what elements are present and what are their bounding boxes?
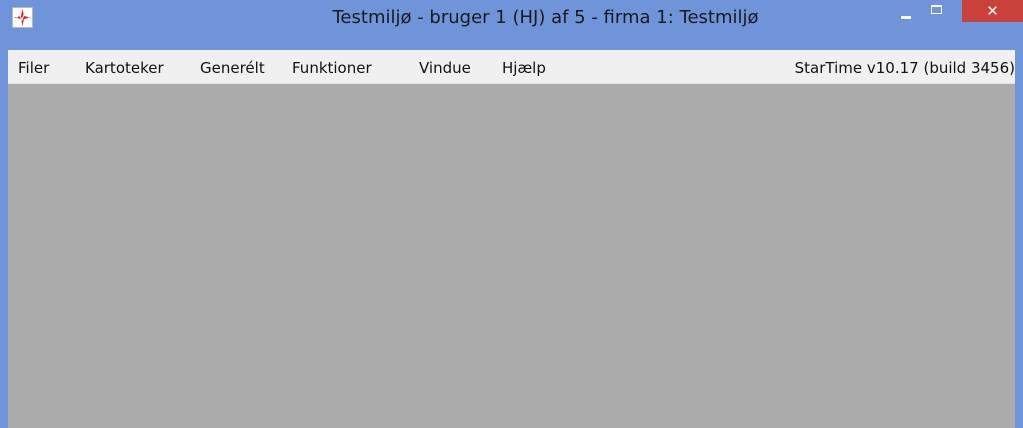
menu-item-kartoteker[interactable]: Kartoteker [85,59,164,77]
maximize-icon [931,5,942,14]
window-title-label: Testmiljø - bruger 1 (HJ) af 5 - firma 1… [332,7,759,28]
minimize-icon [901,16,911,19]
app-window: Testmiljø - bruger 1 (HJ) af 5 - firma 1… [0,0,1023,428]
version-label: StarTime v10.17 (build 3456) [794,59,1015,77]
menu-item-hjaelp[interactable]: Hjælp [502,59,546,77]
minimize-button[interactable] [887,0,925,24]
menu-item-filer[interactable]: Filer [18,59,49,77]
window-frame-right [1015,50,1023,428]
maximize-button[interactable] [927,0,953,24]
menu-item-generelt[interactable]: Generélt [200,59,265,77]
mdi-workspace[interactable] [8,84,1015,428]
window-title: Testmiljø - bruger 1 (HJ) af 5 - firma 1… [0,7,1023,28]
menu-bar: Filer Kartoteker Generélt Funktioner Vin… [8,50,1015,84]
menu-item-vindue[interactable]: Vindue [419,59,471,77]
window-frame-left [0,50,8,428]
menu-item-funktioner[interactable]: Funktioner [292,59,372,77]
close-icon: ✕ [986,2,999,20]
close-button[interactable]: ✕ [962,0,1023,22]
title-bar[interactable]: Testmiljø - bruger 1 (HJ) af 5 - firma 1… [0,0,1023,50]
